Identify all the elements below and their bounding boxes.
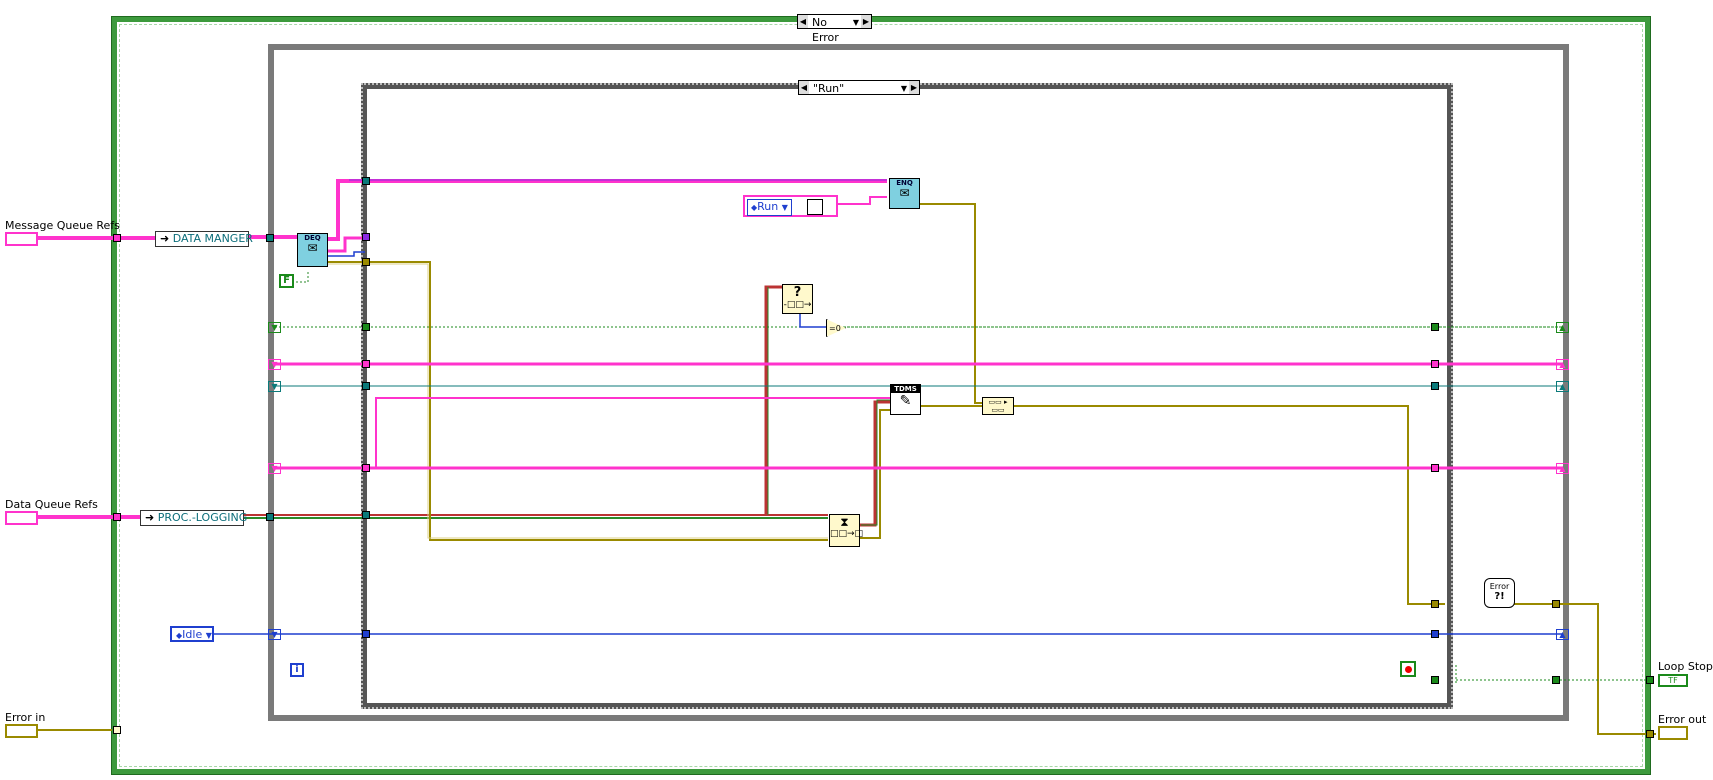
question-icon: ? (793, 285, 802, 300)
message-queue-refs-label: Message Queue Refs (5, 219, 120, 232)
tunnel-state-case-right (1431, 630, 1439, 638)
shift-register-state-left[interactable]: ▼ (268, 629, 281, 640)
tunnel-ref-case-right (1431, 382, 1439, 390)
idle-enum-constant[interactable]: ◆Idle ▼ (170, 626, 214, 642)
shift-register-ref-right[interactable]: ▲ (1556, 381, 1569, 392)
data-manager-constant[interactable]: ➜ DATA MANGER (155, 231, 253, 247)
queue-icon: □□→□ (830, 529, 864, 539)
merge-errors-node[interactable]: ▭▭ ▸ ▭▭ (982, 397, 1014, 415)
shift-register-bool-right[interactable]: ▲ (1556, 322, 1569, 333)
tunnel-proc-case (362, 511, 370, 519)
tunnel-msg-case-top (362, 177, 370, 185)
dequeue-node[interactable]: DEQ ✉ (297, 233, 328, 267)
chevron-down-icon[interactable]: ▼ (206, 631, 212, 640)
error-in-terminal[interactable] (5, 724, 38, 738)
tdms-write-node[interactable]: TDMS ✎ (890, 384, 921, 415)
tunnel-bool-case-right (1431, 323, 1439, 331)
error-handler-node[interactable]: Error ?! (1484, 578, 1515, 608)
tunnel-error-outer-right (1646, 730, 1654, 738)
tunnel-error-case-right (1431, 600, 1439, 608)
proc-logging-constant[interactable]: ➜ PROC.-LOGGING (140, 510, 247, 526)
error-in-label: Error in (5, 711, 46, 724)
merge-icon: ▭▭ ▸ (988, 398, 1008, 406)
queue-icon: -□□→ (783, 300, 812, 310)
shift-register-state-right[interactable]: ▲ (1556, 629, 1569, 640)
shift-register-msg-left[interactable]: ▼ (268, 359, 281, 370)
shift-register-data-right[interactable]: ▲ (1556, 463, 1569, 474)
envelope-icon: ✉ (899, 186, 910, 200)
shift-register-bool-left[interactable]: ▼ (268, 322, 281, 333)
dequeue-element-node[interactable]: ⧗ □□→□ (829, 514, 864, 547)
tunnel-data-case-right (1431, 464, 1439, 472)
tunnel-bool-case (362, 323, 370, 331)
tunnel-pink-case-right (1431, 360, 1439, 368)
envelope-icon: ✉ (307, 241, 318, 255)
error-out-terminal[interactable] (1658, 726, 1688, 740)
tunnel-data-while (266, 513, 274, 521)
data-queue-refs-terminal[interactable] (5, 511, 38, 525)
tunnel-pink-case (362, 360, 370, 368)
tunnel-msg-case (362, 233, 370, 241)
tunnel-stop-case-right (1431, 676, 1439, 684)
shift-register-data-left[interactable]: ▼ (268, 463, 281, 474)
error-out-label: Error out (1658, 713, 1707, 726)
tunnel-msg-while (266, 234, 274, 242)
pencil-icon: ✎ (899, 393, 912, 409)
tunnel-error-while-right (1552, 600, 1560, 608)
shift-register-msg-right[interactable]: ▲ (1556, 359, 1569, 370)
queue-status-node[interactable]: ? -□□→ (782, 284, 813, 314)
tunnel-error-outer (113, 726, 121, 734)
chevron-down-icon[interactable]: ▼ (782, 203, 788, 212)
tunnel-state-case (362, 630, 370, 638)
tunnel-data-case (362, 464, 370, 472)
tunnel-stop-while-right (1552, 676, 1560, 684)
false-constant[interactable]: F (279, 274, 294, 288)
wire-diagram (38, 179, 1656, 735)
loop-stop-terminal[interactable]: TF (1658, 674, 1688, 687)
loop-stop-label: Loop Stop? (1658, 660, 1713, 673)
run-enum-constant[interactable]: ◆Run ▼ (743, 195, 838, 217)
message-queue-refs-terminal[interactable] (5, 232, 38, 246)
hourglass-icon: ⧗ (840, 515, 849, 529)
warning-icon: ?! (1494, 591, 1505, 602)
tunnel-data-outer (113, 513, 121, 521)
arrow-icon: ➜ (160, 232, 173, 245)
data-queue-refs-label: Data Queue Refs (5, 498, 98, 511)
arrow-icon: ➜ (145, 511, 158, 524)
tunnel-error-case (362, 258, 370, 266)
tunnel-stop-outer-right (1646, 676, 1654, 684)
proc-logging-wire (243, 285, 890, 527)
shift-register-ref-left[interactable]: ▼ (268, 381, 281, 392)
enqueue-node[interactable]: ENQ ✉ (889, 178, 920, 209)
tunnel-ref-case (362, 382, 370, 390)
tunnel-msg-outer (113, 234, 121, 242)
